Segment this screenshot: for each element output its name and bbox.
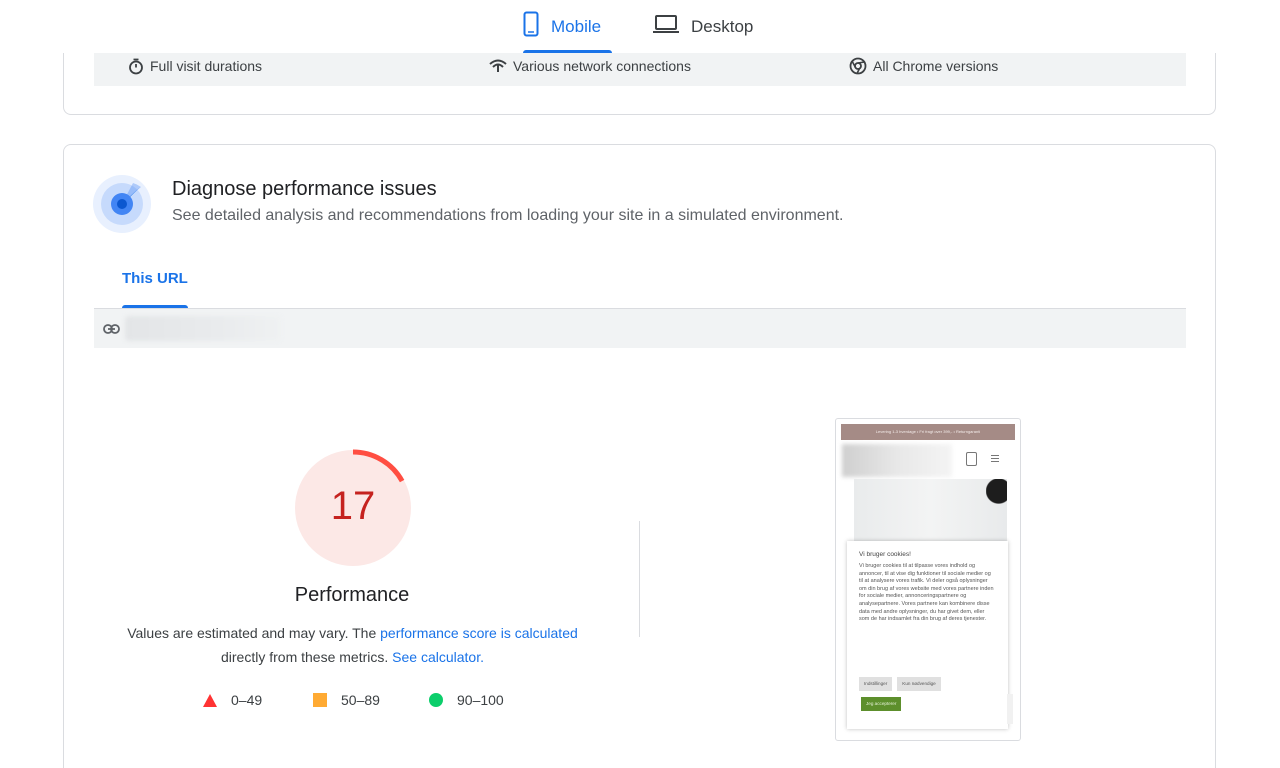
url-bar — [94, 309, 1186, 348]
tab-desktop-label: Desktop — [691, 16, 754, 36]
tab-mobile-label: Mobile — [551, 16, 602, 36]
cookie-accept-button: Jeg accepterer — [861, 697, 902, 711]
score-calculated-link[interactable]: performance score is calculated — [380, 625, 578, 641]
diagnose-card: Diagnose performance issues See detailed… — [63, 144, 1216, 768]
tab-desktop[interactable]: Desktop — [653, 0, 753, 53]
cookie-necessary-button: Kun nødvendige — [897, 677, 941, 691]
section-divider — [639, 521, 640, 637]
feature-visit-durations: Full visit durations — [128, 53, 262, 79]
feature-chrome: All Chrome versions — [849, 53, 998, 79]
network-icon — [489, 59, 507, 73]
circle-icon — [429, 693, 443, 707]
page-screenshot: Levering 1-3 hverdage • Fri fragt over 3… — [835, 418, 1021, 741]
legend-label: 0–49 — [231, 692, 263, 708]
radar-icon — [93, 175, 151, 233]
bag-icon — [966, 452, 977, 466]
legend-label: 90–100 — [457, 692, 504, 708]
diagnose-subtitle: See detailed analysis and recommendation… — [172, 207, 844, 224]
legend-fail: 0–49 — [203, 692, 262, 708]
diagnose-title: Diagnose performance issues — [172, 178, 437, 200]
menu-icon — [991, 455, 999, 464]
cookie-dialog-title: Vi bruger cookies! — [859, 551, 911, 558]
feature-label: Full visit durations — [150, 58, 263, 74]
feature-label: Various network connections — [513, 58, 691, 74]
performance-note: Values are estimated and may vary. The p… — [104, 621, 601, 669]
square-icon — [313, 693, 327, 707]
device-tabs: Mobile Desktop — [0, 0, 1280, 53]
see-calculator-link[interactable]: See calculator. — [392, 649, 484, 665]
link-icon — [103, 321, 120, 339]
stopwatch-icon — [128, 58, 144, 75]
laptop-icon — [653, 14, 679, 39]
phone-icon — [523, 11, 539, 42]
feature-strip: Full visit durations Various network con… — [94, 53, 1186, 86]
feature-network: Various network connections — [489, 53, 691, 79]
screenshot-hero-image — [854, 479, 1007, 541]
note-text: Values are estimated and may vary. The — [127, 625, 381, 641]
url-text-redacted — [125, 316, 281, 341]
triangle-icon — [203, 693, 217, 707]
cookie-settings-button: Indstillinger — [859, 677, 893, 691]
legend-average: 50–89 — [313, 692, 380, 708]
chrome-icon — [849, 57, 867, 75]
note-text: directly from these metrics. — [221, 649, 393, 665]
performance-title: Performance — [294, 584, 410, 606]
screenshot-banner: Levering 1-3 hverdage • Fri fragt over 3… — [841, 424, 1015, 440]
cookie-dialog-body: Vi bruger cookies til at tilpasse vores … — [859, 563, 994, 623]
performance-score: 17 — [330, 484, 376, 528]
legend-pass: 90–100 — [429, 692, 504, 708]
feature-label: All Chrome versions — [873, 58, 999, 74]
cookie-button-row: Indstillinger Kun nødvendige — [859, 677, 946, 691]
screenshot-logo-redacted — [842, 444, 952, 477]
tab-mobile[interactable]: Mobile — [523, 0, 612, 53]
screenshot-hero-object — [986, 479, 1007, 509]
cookie-dialog: Vi bruger cookies! Vi bruger cookies til… — [847, 541, 1008, 729]
legend-label: 50–89 — [341, 692, 380, 708]
tab-this-url[interactable]: This URL — [122, 270, 188, 287]
screenshot-scroll-element — [1007, 694, 1013, 724]
